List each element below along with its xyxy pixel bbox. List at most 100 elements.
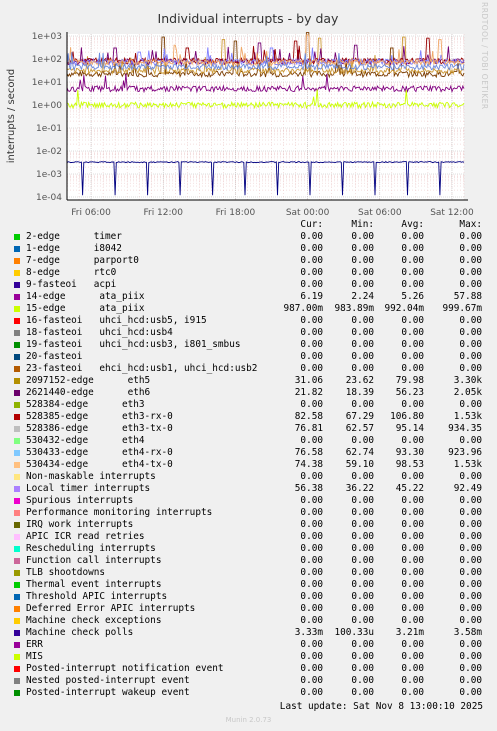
chart-title: Individual interrupts - by day	[158, 11, 340, 26]
legend-avg-value: 56.23	[395, 387, 424, 398]
legend-max-value: 0.00	[459, 279, 482, 290]
legend-max-value: 0.00	[459, 675, 482, 686]
legend-swatch	[14, 654, 20, 660]
legend-row: 18-fasteoi uhci_hcd:usb4 0.00 0.00 0.00 0.00	[0, 327, 497, 339]
legend-max-value: 0.00	[459, 663, 482, 674]
legend-row: Threshold APIC interrupts 0.00 0.00 0.00 0.0…	[0, 591, 497, 603]
legend-swatch	[14, 678, 20, 684]
legend-swatch	[14, 390, 20, 396]
legend-avg-value: 98.53	[395, 459, 424, 470]
legend-avg-value: 0.00	[401, 687, 424, 698]
legend-row: 2-edge timer 0.00 0.00 0.00 0.00	[0, 231, 497, 243]
legend-label: Non-maskable interrupts	[26, 471, 156, 482]
legend-row: Function call interrupts 0.00 0.00 0.00 0.00	[0, 555, 497, 567]
legend-swatch	[14, 618, 20, 624]
legend-row: 2097152-edge eth5 31.06 23.62 79.98 3.30k	[0, 375, 497, 387]
legend-max-value: 0.00	[459, 507, 482, 518]
legend-swatch	[14, 318, 20, 324]
legend-label: Posted-interrupt notification event	[26, 663, 224, 674]
legend-avg-value: 0.00	[401, 591, 424, 602]
legend-row: TLB shootdowns 0.00 0.00 0.00 0.00	[0, 567, 497, 579]
legend-row: 530433-edge eth4-rx-0 76.58 62.74 93.30 923.…	[0, 447, 497, 459]
legend-avg-value: 0.00	[401, 471, 424, 482]
y-tick-label: 1e-01	[36, 124, 62, 134]
y-axis-ticks: 1e+03 1e+02 1e+01 1e+00 1e-01 1e-02 1e-03 1e-04	[32, 32, 63, 203]
y-tick-label: 1e+01	[32, 78, 62, 88]
x-tick-label: Sat 06:00	[358, 208, 402, 218]
legend-max-value: 0.00	[459, 495, 482, 506]
legend-label: Machine check exceptions	[26, 615, 162, 626]
legend-row: 1-edge i8042 0.00 0.00 0.00 0.00	[0, 243, 497, 255]
legend-label: Machine check polls	[26, 627, 134, 638]
legend-swatch	[14, 546, 20, 552]
legend-label: Deferred Error APIC interrupts	[26, 603, 196, 614]
legend-row: 528384-edge eth3 0.00 0.00 0.00 0.00	[0, 399, 497, 411]
legend-avg-value: 95.14	[395, 423, 424, 434]
legend-row: Thermal event interrupts 0.00 0.00 0.00 0.00	[0, 579, 497, 591]
legend-label: Thermal event interrupts	[26, 579, 162, 590]
legend-label: 7-edge parport0	[26, 255, 139, 266]
legend-swatch	[14, 366, 20, 372]
legend-label: 2621440-edge eth6	[26, 387, 151, 398]
legend-row: IRQ work interrupts 0.00 0.00 0.00 0.00	[0, 519, 497, 531]
legend-swatch	[14, 294, 20, 300]
legend-row: 19-fasteoi uhci_hcd:usb3, i801_smbus 0.00…	[0, 339, 497, 351]
legend-swatch	[14, 666, 20, 672]
legend-swatch	[14, 570, 20, 576]
legend-max-value: 0.00	[459, 519, 482, 530]
legend-label: 14-edge ata_piix	[26, 291, 145, 302]
legend-row: Non-maskable interrupts 0.00 0.00 0.00 0.00	[0, 471, 497, 483]
munin-graph-page: { "chart_data": { "type": "line", "title…	[0, 0, 497, 731]
legend-max-value: 0.00	[459, 363, 482, 374]
legend-max-value: 0.00	[459, 351, 482, 362]
legend-swatch	[14, 258, 20, 264]
legend-label: Local timer interrupts	[26, 483, 151, 494]
legend-avg-value: 93.30	[395, 447, 424, 458]
legend-row: Machine check exceptions 0.00 0.00 0.00 0.00	[0, 615, 497, 627]
legend-row: Nested posted-interrupt event 0.00 0.00 0.0…	[0, 675, 497, 687]
legend-max-value: 3.30k	[453, 375, 482, 386]
legend-label: IRQ work interrupts	[26, 519, 134, 530]
x-tick-label: Fri 12:00	[143, 208, 183, 218]
legend-swatch	[14, 510, 20, 516]
legend-swatch	[14, 534, 20, 540]
legend-row: 2621440-edge eth6 21.82 18.39 56.23 2.05k	[0, 387, 497, 399]
legend-avg-value: 5.26	[401, 291, 424, 302]
legend-label: 23-fasteoi ehci_hcd:usb1, uhci_hcd:usb2	[26, 363, 258, 374]
legend-label: Posted-interrupt wakeup event	[26, 687, 190, 698]
legend-swatch	[14, 582, 20, 588]
legend-label: MIS	[26, 651, 43, 662]
legend-avg-value: 3.21m	[395, 627, 424, 638]
legend-label: 528386-edge eth3-tx-0	[26, 423, 173, 434]
legend-swatch	[14, 498, 20, 504]
legend-swatch	[14, 246, 20, 252]
legend-row: Local timer interrupts 56.38 36.22 45.22 92.…	[0, 483, 497, 495]
legend-label: 530434-edge eth4-tx-0	[26, 459, 173, 470]
legend-avg-value: 0.00	[401, 267, 424, 278]
rrdtool-credit: RRDTOOL / TOBI OETIKER	[480, 2, 489, 110]
legend-label: APIC ICR read retries	[26, 531, 145, 542]
legend-swatch	[14, 342, 20, 348]
legend-label: 530432-edge eth4	[26, 435, 145, 446]
legend-avg-value: 0.00	[401, 543, 424, 554]
legend-avg-value: 0.00	[401, 579, 424, 590]
legend-avg-value: 0.00	[401, 519, 424, 530]
legend-row: ERR 0.00 0.00 0.00 0.00	[0, 639, 497, 651]
legend-avg-value: 0.00	[401, 351, 424, 362]
legend-max-value: 0.00	[459, 315, 482, 326]
legend-max-value: 0.00	[459, 615, 482, 626]
legend-max-value: 0.00	[459, 267, 482, 278]
legend-avg-value: 0.00	[401, 279, 424, 290]
legend-swatch	[14, 330, 20, 336]
legend-max-value: 0.00	[459, 591, 482, 602]
legend-avg-value: 0.00	[401, 255, 424, 266]
legend-max-value: 0.00	[459, 339, 482, 350]
legend-label: 530433-edge eth4-rx-0	[26, 447, 173, 458]
legend-label: 2097152-edge eth5	[26, 375, 151, 386]
legend-max-value: 0.00	[459, 471, 482, 482]
legend-avg-value: 0.00	[401, 663, 424, 674]
y-tick-label: 1e-03	[36, 170, 62, 180]
legend-label: 20-fasteoi	[26, 351, 83, 362]
legend-row: Rescheduling interrupts 0.00 0.00 0.00 0.00	[0, 543, 497, 555]
legend-max-value: 0.00	[459, 603, 482, 614]
